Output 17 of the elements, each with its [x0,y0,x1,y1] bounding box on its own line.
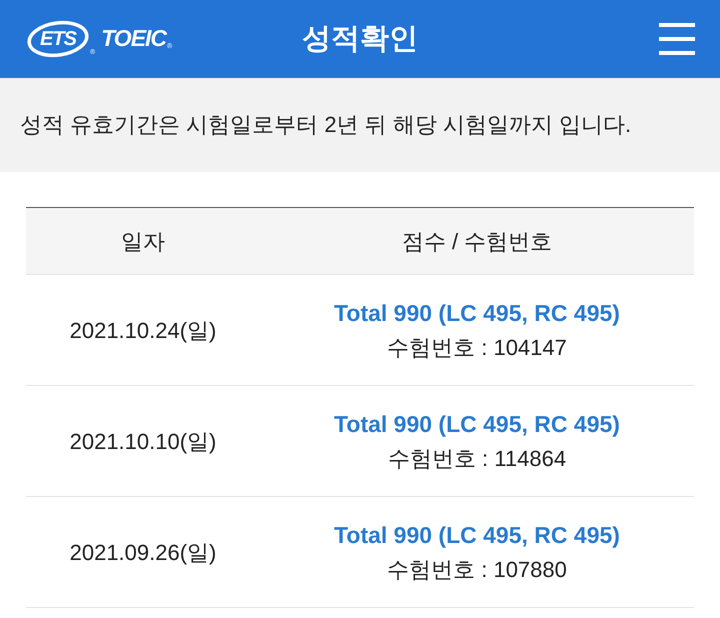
exam-number: 수험번호 : 104147 [387,334,567,362]
date-cell: 2021.10.10(일) [26,386,260,496]
date-cell: 2021.10.24(일) [26,274,260,386]
exam-number: 수험번호 : 114864 [388,444,566,472]
date-cell: 2021.09.26(일) [26,496,260,608]
score-link[interactable]: Total 990 (LC 495, RC 495) [334,410,620,439]
logo-wordmark: TOEIC [101,27,166,50]
score-link[interactable]: Total 990 (LC 495, RC 495) [334,298,620,328]
page-title: 성적확인 [302,24,418,54]
exam-number: 수험번호 : 107880 [387,556,567,584]
logo-mark: ETS [26,20,90,58]
score-link[interactable]: Total 990 (LC 495, RC 495) [334,520,620,550]
menu-icon [659,21,695,57]
notice-text: 성적 유효기간은 시험일로부터 2년 뒤 해당 시험일까지 입니다. [20,114,632,136]
column-header: 점수 / 수험번호 [260,208,694,274]
menu-button[interactable] [658,20,696,58]
column-header: 일자 [26,208,260,274]
